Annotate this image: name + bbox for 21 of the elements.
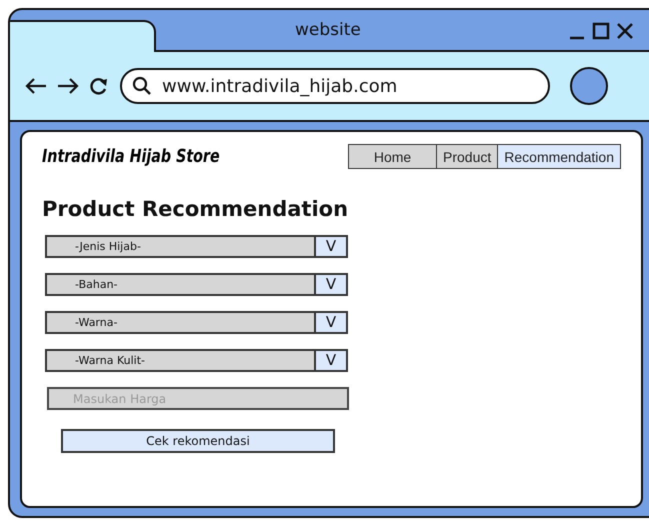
browser-tab[interactable] xyxy=(10,20,156,52)
price-field[interactable]: Masukan Harga xyxy=(47,387,349,410)
dropdown[interactable]: -Warna- V xyxy=(45,311,348,334)
recommend-button[interactable]: Cek rekomendasi xyxy=(61,429,335,453)
profile-avatar[interactable] xyxy=(570,67,608,105)
back-icon[interactable] xyxy=(24,77,48,95)
nav-tab[interactable]: Home xyxy=(349,145,438,168)
nav-tab[interactable]: Product xyxy=(437,145,498,168)
address-bar[interactable]: www.intradivila_hijab.com xyxy=(120,68,550,104)
site-brand: Intradivila Hijab Store xyxy=(42,146,220,167)
dropdown[interactable]: -Warna Kulit- V xyxy=(45,349,348,372)
page-title: Product Recommendation xyxy=(42,197,350,221)
dropdown[interactable]: -Bahan- V xyxy=(45,273,348,296)
nav-tab[interactable]: Recommendation xyxy=(498,145,620,168)
window-title: website xyxy=(295,20,361,40)
dropdown[interactable]: -Jenis Hijab- V xyxy=(45,235,348,258)
reload-icon[interactable] xyxy=(88,76,110,96)
maximize-icon[interactable] xyxy=(592,22,610,40)
forward-icon[interactable] xyxy=(56,77,80,95)
search-icon xyxy=(132,76,152,96)
close-icon[interactable] xyxy=(616,22,634,40)
